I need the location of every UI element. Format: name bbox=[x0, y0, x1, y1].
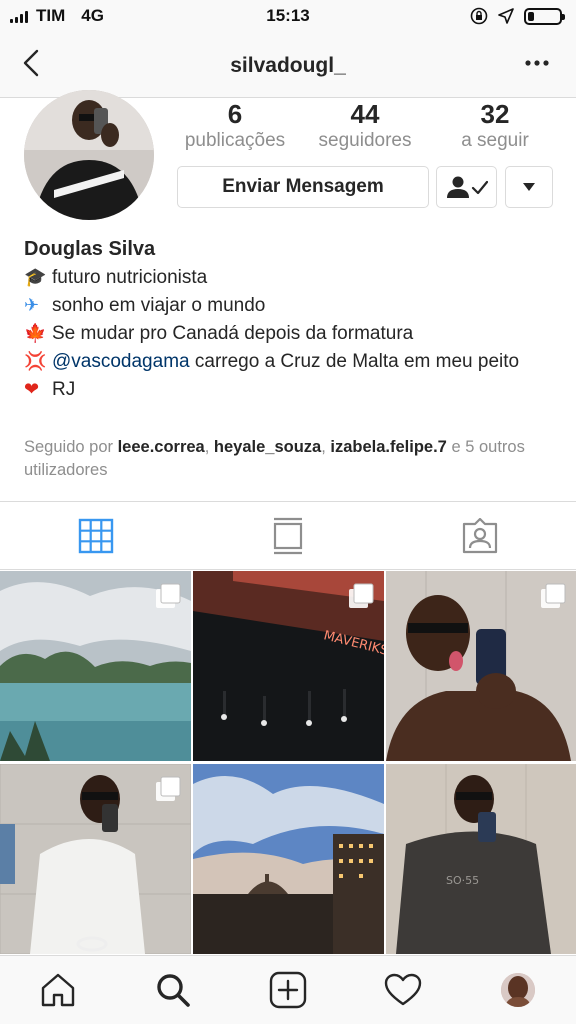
heart-emoji-icon: ❤ bbox=[24, 379, 40, 400]
multiple-photos-icon bbox=[541, 583, 566, 608]
profile-bio: Douglas Silva 🎓 futuro nutricionista ✈ s… bbox=[24, 236, 560, 404]
bio-line: 💢 @vascodagama carrego a Cruz de Malta e… bbox=[24, 348, 560, 376]
profile-stats: 6 publicações 44 seguidores 32 a seguir bbox=[170, 100, 560, 154]
bio-text: sonho em viajar o mundo bbox=[52, 295, 266, 316]
post-image: SO·55 bbox=[386, 764, 576, 954]
tagged-icon bbox=[462, 517, 498, 553]
follower-link[interactable]: heyale_souza bbox=[214, 438, 321, 456]
home-icon bbox=[41, 973, 74, 1007]
following-count: 32 bbox=[480, 99, 510, 129]
bio-line: 🎓 futuro nutricionista bbox=[24, 264, 560, 292]
grid-post[interactable]: MAVERIKS bbox=[193, 571, 384, 761]
home-tab[interactable] bbox=[28, 965, 88, 1015]
followers-stat[interactable]: 44 seguidores bbox=[300, 100, 430, 154]
bio-text: @vascodagama carrego a Cruz de Malta em … bbox=[52, 351, 520, 372]
followers-count: 44 bbox=[350, 99, 380, 129]
rotation-lock-icon bbox=[470, 7, 488, 25]
airplane-icon: ✈ bbox=[24, 295, 40, 316]
post-image bbox=[193, 764, 384, 954]
following-stat[interactable]: 32 a seguir bbox=[430, 100, 560, 154]
tab-grid[interactable] bbox=[0, 502, 192, 569]
more-options-icon[interactable] bbox=[524, 58, 550, 68]
anger-symbol-icon: 💢 bbox=[24, 351, 47, 372]
profile-username: silvadougl_ bbox=[230, 54, 346, 77]
profile-tab[interactable] bbox=[488, 965, 548, 1015]
svg-text:SO·55: SO·55 bbox=[446, 874, 479, 887]
send-message-button[interactable]: Enviar Mensagem bbox=[177, 166, 429, 208]
feed-icon bbox=[273, 517, 303, 554]
caret-down-icon bbox=[523, 183, 535, 191]
person-check-icon bbox=[446, 176, 488, 198]
profile-actions: Enviar Mensagem bbox=[177, 166, 553, 208]
tab-tagged[interactable] bbox=[384, 502, 576, 569]
profile-name: Douglas Silva bbox=[24, 238, 156, 260]
bio-line: ❤ RJ bbox=[24, 376, 560, 404]
profile-avatar[interactable] bbox=[24, 90, 154, 220]
following-label: a seguir bbox=[461, 130, 529, 151]
nav-bar: silvadougl_ bbox=[0, 34, 576, 98]
multiple-photos-icon bbox=[349, 583, 374, 608]
following-button[interactable] bbox=[436, 166, 497, 208]
follower-link[interactable]: izabela.felipe.7 bbox=[330, 438, 446, 456]
heart-icon bbox=[384, 973, 422, 1006]
status-bar: TIM 4G 15:13 bbox=[0, 0, 576, 34]
add-post-tab[interactable] bbox=[258, 965, 318, 1015]
posts-label: publicações bbox=[184, 130, 286, 151]
location-icon bbox=[498, 8, 514, 24]
grid-post[interactable]: SO·55 bbox=[386, 764, 576, 954]
multiple-photos-icon bbox=[156, 583, 181, 608]
bio-text: RJ bbox=[52, 379, 76, 400]
grid-post[interactable] bbox=[386, 571, 576, 761]
posts-count: 6 bbox=[227, 99, 243, 129]
add-post-icon bbox=[269, 971, 307, 1009]
canada-flag-icon: 🍁 bbox=[24, 323, 47, 344]
profile-tabs bbox=[0, 502, 576, 570]
graduation-cap-icon: 🎓 bbox=[24, 267, 47, 288]
mention-link[interactable]: @vascodagama bbox=[52, 351, 190, 372]
tab-feed[interactable] bbox=[192, 502, 384, 569]
search-icon bbox=[157, 974, 190, 1007]
status-right bbox=[470, 7, 565, 25]
battery-icon bbox=[524, 7, 565, 25]
bio-text: futuro nutricionista bbox=[52, 267, 208, 288]
followed-by-text[interactable]: Seguido por leee.correa, heyale_souza, i… bbox=[24, 436, 560, 482]
grid-post[interactable] bbox=[193, 764, 384, 954]
multiple-photos-icon bbox=[156, 776, 181, 801]
follower-link[interactable]: leee.correa bbox=[118, 438, 205, 456]
bio-line: 🍁 Se mudar pro Canadá depois da formatur… bbox=[24, 320, 560, 348]
profile-avatar-small bbox=[501, 973, 536, 1007]
grid-post[interactable] bbox=[0, 764, 191, 954]
photo-grid: MAVERIKS SO·55 bbox=[0, 571, 576, 955]
activity-tab[interactable] bbox=[373, 965, 433, 1015]
grid-post[interactable] bbox=[0, 571, 191, 761]
grid-icon bbox=[78, 518, 114, 553]
search-tab[interactable] bbox=[143, 965, 203, 1015]
bio-line: ✈ sonho em viajar o mundo bbox=[24, 292, 560, 320]
bio-text: Se mudar pro Canadá depois da formatura bbox=[52, 323, 414, 344]
profile-header: 6 publicações 44 seguidores 32 a seguir … bbox=[0, 90, 576, 502]
bottom-tab-bar bbox=[0, 955, 576, 1024]
suggestions-dropdown-button[interactable] bbox=[505, 166, 553, 208]
followers-label: seguidores bbox=[318, 130, 412, 151]
posts-stat[interactable]: 6 publicações bbox=[170, 100, 300, 154]
